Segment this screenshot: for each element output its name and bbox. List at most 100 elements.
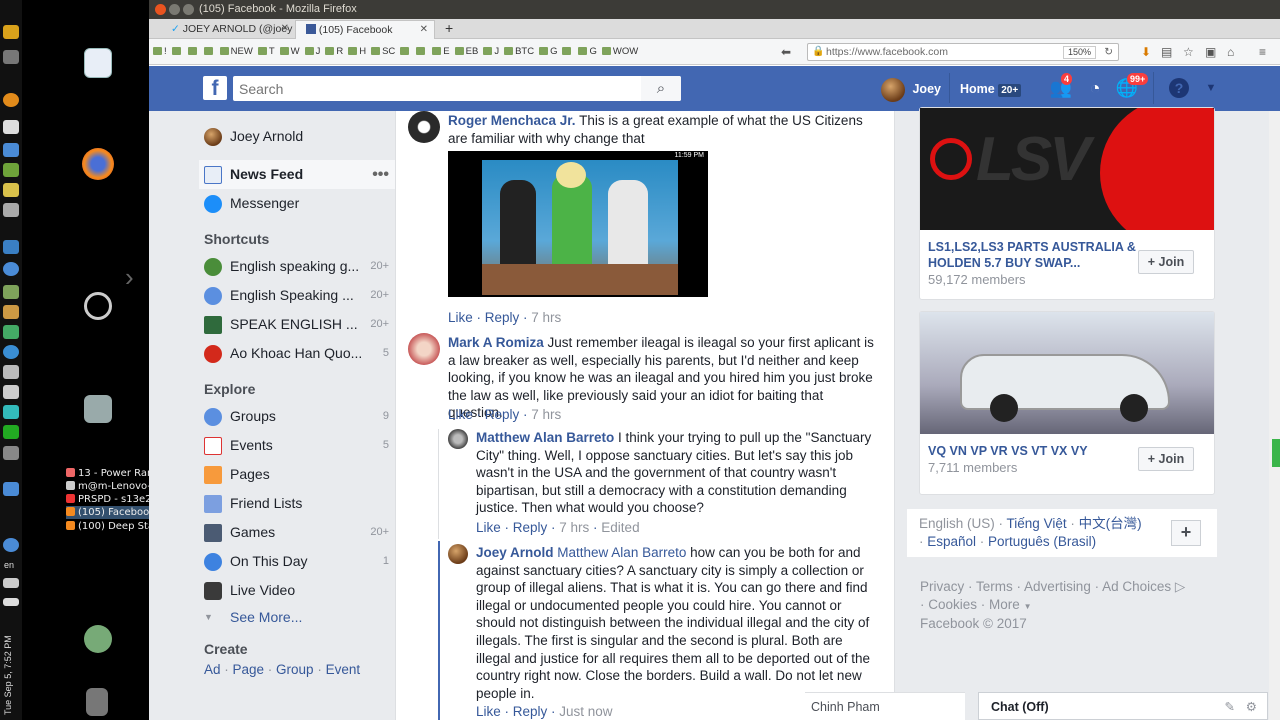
bitcoin-icon[interactable]: [3, 93, 19, 107]
shortcut-item[interactable]: Ao Khoac Han Quo... 5: [199, 339, 399, 368]
app-icon[interactable]: [3, 446, 19, 460]
group-cover[interactable]: LSV: [920, 108, 1214, 230]
home-link[interactable]: Home 20+: [960, 77, 1022, 103]
avatar[interactable]: [408, 111, 440, 143]
dropdown-arrow-icon[interactable]: ▼: [1199, 77, 1223, 99]
home-icon[interactable]: ⌂: [1227, 45, 1234, 59]
comment-author[interactable]: Roger Menchaca Jr.: [448, 113, 576, 128]
app-icon[interactable]: [3, 203, 19, 217]
explore-item-games[interactable]: Games 20+: [199, 518, 399, 547]
firefox-icon[interactable]: [82, 148, 114, 180]
bookmark-item[interactable]: J: [483, 46, 499, 57]
app-icon[interactable]: [3, 240, 19, 254]
avatar[interactable]: [448, 544, 468, 564]
reply-link[interactable]: Reply: [485, 407, 520, 422]
join-group-button[interactable]: + Join: [1138, 250, 1194, 274]
menu-icon[interactable]: ≡: [1259, 45, 1266, 59]
footer-link[interactable]: More: [989, 597, 1020, 612]
star-icon[interactable]: ☆: [1183, 45, 1194, 59]
explore-item-friend-lists[interactable]: Friend Lists: [199, 489, 399, 518]
comment-time[interactable]: 7 hrs: [531, 407, 561, 422]
friend-requests-icon[interactable]: 👥 4: [1049, 73, 1073, 99]
chat-bar[interactable]: Chat (Off) ✎ ⚙: [978, 692, 1268, 720]
ubuntu-icon[interactable]: [84, 292, 112, 320]
bookmark-item[interactable]: BTC: [504, 46, 534, 57]
bookmark-item[interactable]: [203, 46, 215, 57]
tab-twitter[interactable]: ✓ JOEY ARNOLD (@joey ✕: [161, 20, 295, 39]
close-window-icon[interactable]: [155, 4, 166, 15]
nav-profile[interactable]: Joey Arnold: [199, 122, 399, 151]
app-icon[interactable]: [3, 143, 19, 157]
add-language-button[interactable]: +: [1171, 520, 1201, 546]
comment-author[interactable]: Joey Arnold: [476, 545, 554, 560]
see-more-link[interactable]: ▼ See More...: [199, 605, 399, 629]
bookmark-item[interactable]: EB: [454, 46, 478, 57]
bookmark-item[interactable]: [562, 46, 573, 57]
app-icon[interactable]: [3, 482, 19, 496]
search-icon[interactable]: ⌕: [641, 76, 681, 101]
app-icon[interactable]: [3, 163, 19, 177]
reply-link[interactable]: Reply: [485, 310, 520, 325]
trash-icon[interactable]: [86, 688, 108, 716]
group-title[interactable]: VQ VN VP VR VS VT VX VY: [928, 443, 1138, 459]
create-ad-link[interactable]: Ad: [204, 662, 221, 677]
pocket-icon[interactable]: ▣: [1205, 45, 1216, 59]
app-icon[interactable]: [3, 385, 19, 399]
bookmark-item[interactable]: H: [348, 46, 366, 57]
bookmark-item[interactable]: G: [578, 46, 597, 57]
comment-time[interactable]: 7 hrs: [531, 310, 561, 325]
app-icon[interactable]: [3, 50, 19, 64]
create-page-link[interactable]: Page: [233, 662, 265, 677]
url-bar[interactable]: 🔒 https://www.facebook.com 150% ↻: [807, 43, 1119, 61]
notifications-icon[interactable]: 🌐 99+: [1115, 73, 1149, 99]
download-icon[interactable]: ⬇: [1141, 45, 1151, 59]
bookmark-item[interactable]: J: [304, 46, 320, 57]
comment-author[interactable]: Matthew Alan Barreto: [476, 430, 614, 445]
footer-link[interactable]: Cookies: [928, 597, 977, 612]
like-link[interactable]: Like: [476, 704, 501, 719]
comment-time[interactable]: 7 hrs: [559, 520, 589, 535]
tab-facebook[interactable]: (105) Facebook ✕: [295, 20, 435, 39]
footer-link[interactable]: Ad Choices: [1102, 579, 1171, 594]
footer-link[interactable]: Advertising: [1024, 579, 1091, 594]
nav-news-feed[interactable]: News Feed •••: [199, 160, 399, 189]
bookmark-item[interactable]: [400, 46, 411, 57]
new-tab-button[interactable]: +: [445, 20, 453, 36]
language-link[interactable]: Português (Brasil): [988, 534, 1096, 549]
bookmark-item[interactable]: W: [279, 46, 300, 57]
like-link[interactable]: Like: [448, 310, 473, 325]
search-input[interactable]: [233, 76, 681, 101]
app-icon[interactable]: [3, 120, 19, 134]
zoom-indicator[interactable]: 150%: [1062, 46, 1096, 59]
scrollbar-thumb[interactable]: [1272, 439, 1280, 467]
join-group-button[interactable]: + Join: [1138, 447, 1194, 471]
bookmark-item[interactable]: !: [153, 46, 167, 57]
app-icon[interactable]: [3, 285, 19, 299]
app-icon[interactable]: [3, 325, 19, 339]
compose-icon[interactable]: ✎: [1225, 693, 1235, 720]
explore-item-events[interactable]: Events 5: [199, 431, 399, 460]
app-icon[interactable]: [3, 305, 19, 319]
shortcut-item[interactable]: English Speaking ... 20+: [199, 281, 399, 310]
reply-link[interactable]: Reply: [513, 704, 548, 719]
group-title[interactable]: LS1,LS2,LS3 PARTS AUSTRALIA & HOLDEN 5.7…: [928, 239, 1138, 271]
bookmark-item[interactable]: NEW: [219, 46, 253, 57]
bookmark-item[interactable]: T: [257, 46, 275, 57]
reply-link[interactable]: Reply: [513, 520, 548, 535]
battery-icon[interactable]: [3, 598, 19, 606]
chevron-right-icon[interactable]: ›: [125, 262, 134, 293]
volume-icon[interactable]: [3, 578, 19, 588]
footer-link[interactable]: Terms: [976, 579, 1013, 594]
back-icon[interactable]: ⬅: [781, 45, 791, 59]
shortcut-item[interactable]: SPEAK ENGLISH ... 20+: [199, 310, 399, 339]
explore-item-groups[interactable]: Groups 9: [199, 402, 399, 431]
help-icon[interactable]: ?: [1169, 78, 1189, 98]
language-link[interactable]: Tiếng Việt: [1007, 516, 1067, 531]
comment-author[interactable]: Mark A Romiza: [448, 335, 544, 350]
minimize-window-icon[interactable]: [169, 4, 180, 15]
close-tab-icon[interactable]: ✕: [420, 21, 428, 39]
like-link[interactable]: Like: [448, 407, 473, 422]
facebook-logo-icon[interactable]: f: [203, 76, 227, 100]
bookmark-item[interactable]: G: [539, 46, 557, 57]
chat-friend[interactable]: Chinh Pham: [805, 692, 965, 720]
